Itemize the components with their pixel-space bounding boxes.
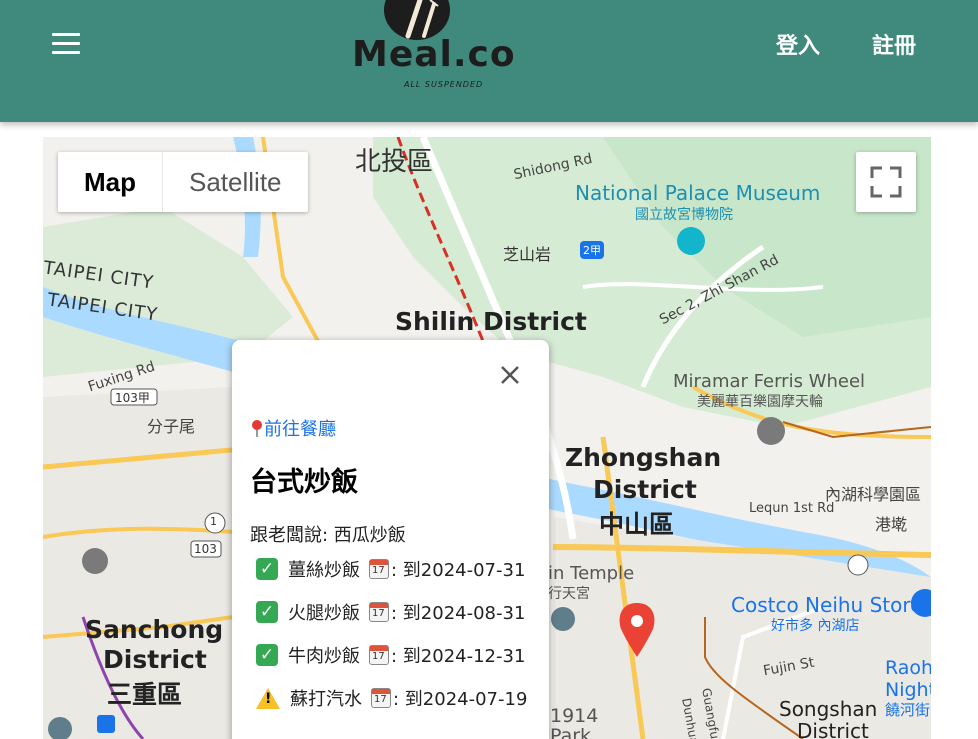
map-label: Sanchong	[85, 615, 224, 644]
menu-item-row: ✓ 火腿炒飯 : 到2024-08-31	[256, 599, 525, 625]
hamburger-menu-icon[interactable]	[52, 33, 80, 55]
map-label: Shilin District	[395, 307, 587, 336]
menu-item-name: 蘇打汽水	[290, 689, 362, 710]
map-label: 分子尾	[147, 417, 196, 436]
check-mark-icon: ✓	[256, 601, 278, 623]
map-type-satellite-button[interactable]: Satellite	[163, 152, 308, 212]
map-label: Park	[550, 725, 592, 739]
menu-item-name: 薑絲炒飯	[288, 560, 360, 581]
map-label: 好市多 內湖店	[771, 618, 860, 634]
map-label: 中山區	[599, 510, 675, 539]
map-label: 饒河街	[885, 701, 931, 719]
map-label: 港墘	[875, 515, 908, 534]
fullscreen-button[interactable]	[856, 152, 916, 212]
map-label: 美麗華百樂園摩天輪	[697, 394, 823, 410]
map-label: 三重區	[107, 680, 183, 709]
logo-subtitle: ALL SUSPENDED	[404, 80, 484, 89]
map-label: 2甲	[583, 244, 601, 257]
map-label: Night	[885, 679, 931, 701]
pushpin-icon	[252, 420, 262, 437]
check-mark-icon: ✓	[256, 558, 278, 580]
map-label: Miramar Ferris Wheel	[673, 371, 866, 392]
map-label: 國立故宮博物院	[635, 207, 733, 223]
check-mark-icon: ✓	[256, 644, 278, 666]
map-label: 芝山岩	[503, 245, 552, 264]
go-to-restaurant-link[interactable]: 前往餐廳	[250, 415, 336, 441]
map-label: District	[593, 475, 697, 504]
map-label: Songshan	[779, 697, 878, 721]
boss-says-text: 跟老闆說: 西瓜炒飯	[250, 525, 406, 546]
map-label: in Temple	[548, 563, 635, 584]
map-label: 1914	[550, 705, 599, 727]
map-label: District	[797, 719, 869, 739]
menu-item-row: 蘇打汽水 : 到2024-07-19	[256, 685, 527, 711]
restaurant-info-window: 前往餐廳 台式炒飯 跟老闆說: 西瓜炒飯 ✓ 薑絲炒飯 : 到2024-07-3…	[232, 340, 549, 739]
menu-item-until: : 到2024-08-31	[391, 603, 526, 624]
menu-item-until: : 到2024-07-31	[391, 560, 526, 581]
map-label: Zhongshan	[565, 443, 722, 472]
map-label: 103	[194, 542, 217, 556]
map-label: 北投區	[355, 147, 434, 177]
menu-item-row: ✓ 薑絲炒飯 : 到2024-07-31	[256, 556, 525, 582]
map-type-control: Map Satellite	[58, 152, 308, 212]
menu-item-row: ✓ 牛肉炒飯 : 到2024-12-31	[256, 642, 525, 668]
logo-text: Meal.co	[352, 34, 516, 75]
register-link[interactable]: 註冊	[872, 28, 916, 60]
map-label: 1	[210, 515, 217, 528]
menu-item-name: 火腿炒飯	[288, 603, 360, 624]
go-to-restaurant-label: 前往餐廳	[264, 419, 336, 440]
login-link[interactable]: 登入	[776, 28, 820, 60]
map-type-map-button[interactable]: Map	[58, 152, 163, 212]
google-map[interactable]: 北投區 Shidong Rd National Palace Museum 國立…	[43, 137, 931, 739]
warning-icon	[256, 687, 280, 709]
menu-item-until: : 到2024-12-31	[391, 646, 526, 667]
map-label: National Palace Museum	[575, 181, 821, 205]
map-label: 行天宮	[548, 586, 590, 602]
top-navbar: Meal.co ALL SUSPENDED 登入 註冊	[0, 0, 978, 122]
close-icon[interactable]	[495, 360, 525, 390]
map-label: District	[103, 645, 207, 674]
calendar-icon	[369, 559, 389, 579]
map-label: Raoh	[885, 657, 931, 679]
calendar-icon	[369, 645, 389, 665]
map-label: 內湖科學園區	[825, 485, 922, 504]
restaurant-title: 台式炒飯	[250, 467, 358, 498]
menu-item-name: 牛肉炒飯	[288, 646, 360, 667]
map-label: 103甲	[115, 391, 150, 405]
meal-co-logo[interactable]: Meal.co ALL SUSPENDED	[340, 0, 515, 100]
calendar-icon	[371, 688, 391, 708]
map-label: Costco Neihu Store	[731, 593, 923, 617]
fullscreen-icon	[870, 166, 902, 198]
map-label: Lequn 1st Rd	[749, 501, 835, 516]
menu-item-until: : 到2024-07-19	[393, 689, 528, 710]
calendar-icon	[369, 602, 389, 622]
